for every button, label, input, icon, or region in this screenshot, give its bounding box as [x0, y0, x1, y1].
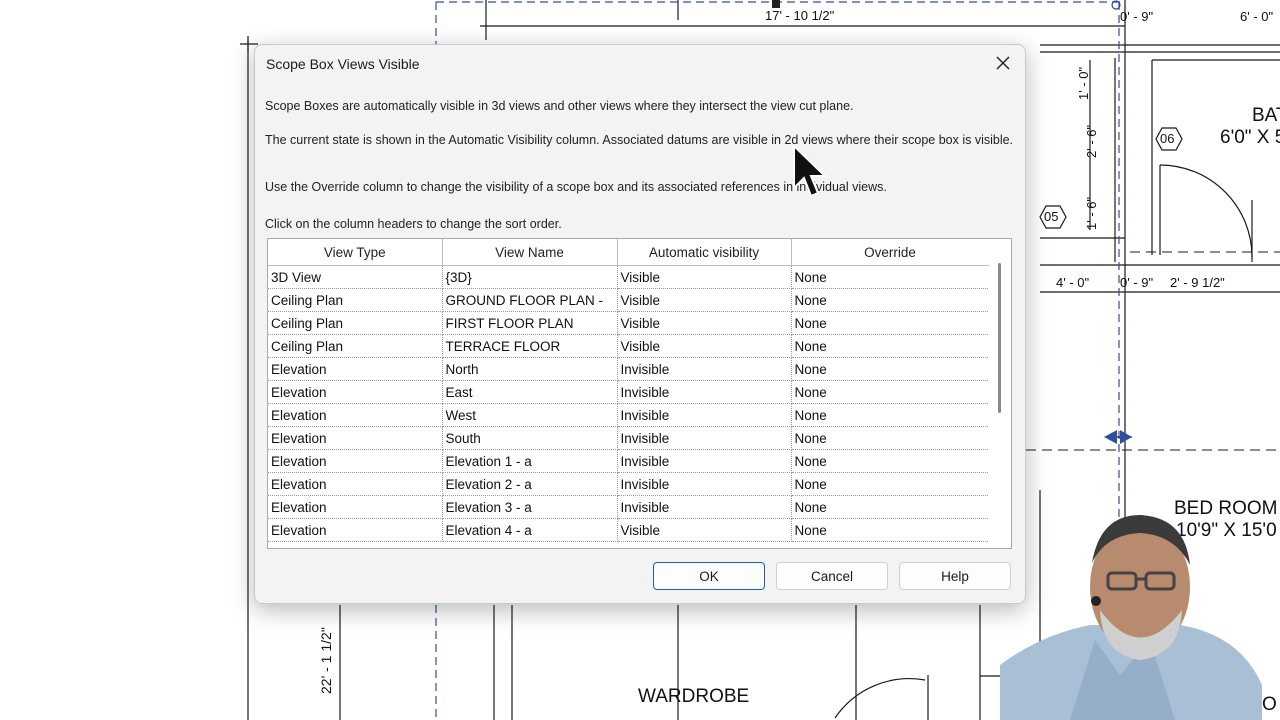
dimension-label: 17' - 10 1/2": [765, 8, 835, 23]
dimension-label: 0' - 9": [1120, 9, 1154, 24]
dimension-label: 0' - 9": [1120, 275, 1154, 290]
table-row[interactable]: 3D View {3D} Visible None: [268, 265, 990, 289]
view-name-cell: Elevation 3 - a: [442, 495, 618, 519]
table-row[interactable]: Elevation Elevation 4 - a Visible None: [268, 518, 990, 542]
room-size-bath: 6'0" X 5: [1220, 127, 1280, 148]
view-name-cell: North: [442, 357, 618, 381]
table-row[interactable]: Ceiling Plan FIRST FLOOR PLAN Visible None: [268, 311, 990, 335]
override-cell[interactable]: None: [791, 518, 990, 542]
override-cell[interactable]: None: [791, 265, 990, 289]
override-cell[interactable]: None: [791, 288, 990, 312]
info-text-3: Use the Override column to change the vi…: [265, 180, 887, 194]
dimension-label: 4' - 0": [1056, 275, 1090, 290]
table-row[interactable]: Ceiling Plan GROUND FLOOR PLAN - Visible No…: [268, 288, 990, 312]
automatic-visibility-cell: Visible: [617, 265, 792, 289]
view-type-cell: Elevation: [268, 449, 443, 473]
room-name-wardrobe: WARDROBE: [638, 686, 750, 707]
view-name-cell: Elevation 2 - a: [442, 472, 618, 496]
table-row[interactable]: Elevation North Invisible None: [268, 357, 990, 381]
view-name-cell: Elevation 4 - a: [442, 518, 618, 542]
automatic-visibility-cell: Visible: [617, 334, 792, 358]
table-row[interactable]: Elevation West Invisible None: [268, 403, 990, 427]
override-cell[interactable]: None: [791, 403, 990, 427]
presenter-webcam-overlay: [1000, 515, 1262, 720]
dimension-label: 2' - 6": [1084, 124, 1099, 158]
view-type-cell: Ceiling Plan: [268, 311, 443, 335]
dimension-label: 22' - 1 1/2": [318, 627, 334, 694]
override-cell[interactable]: None: [791, 357, 990, 381]
automatic-visibility-cell: Invisible: [617, 403, 792, 427]
view-name-cell: TERRACE FLOOR: [442, 334, 618, 358]
dialog-title: Scope Box Views Visible: [266, 56, 420, 72]
view-name-cell: South: [442, 426, 618, 450]
table-row[interactable]: Elevation Elevation 3 - a Invisible None: [268, 495, 990, 519]
automatic-visibility-cell: Visible: [617, 311, 792, 335]
scope-box-views-dialog[interactable]: Scope Box Views Visible Scope Boxes are …: [254, 44, 1026, 604]
view-name-cell: GROUND FLOOR PLAN -: [442, 288, 618, 312]
automatic-visibility-cell: Visible: [617, 288, 792, 312]
override-cell[interactable]: None: [791, 334, 990, 358]
help-button[interactable]: Help: [899, 562, 1011, 590]
view-type-cell: Ceiling Plan: [268, 288, 443, 312]
view-name-cell: {3D}: [442, 265, 618, 289]
views-grid[interactable]: View Type View Name Automatic visibility…: [267, 238, 1012, 549]
view-type-cell: Elevation: [268, 426, 443, 450]
table-header-row: View Type View Name Automatic visibility…: [268, 239, 990, 266]
table-row[interactable]: Ceiling Plan TERRACE FLOOR Visible None: [268, 334, 990, 358]
override-cell[interactable]: None: [791, 472, 990, 496]
tag-label: 06: [1160, 131, 1175, 146]
override-cell[interactable]: None: [791, 449, 990, 473]
vertical-scrollbar[interactable]: [989, 239, 1011, 548]
view-name-cell: Elevation 1 - a: [442, 449, 618, 473]
view-name-cell: West: [442, 403, 618, 427]
column-header-automatic-visibility[interactable]: Automatic visibility: [617, 239, 792, 266]
table-row[interactable]: Elevation Elevation 2 - a Invisible None: [268, 472, 990, 496]
info-text-2: The current state is shown in the Automa…: [265, 133, 1014, 147]
view-type-cell: Elevation: [268, 357, 443, 381]
dimension-label: 6' - 0": [1240, 9, 1274, 24]
mouse-cursor-icon: [793, 144, 828, 198]
view-type-cell: Elevation: [268, 472, 443, 496]
column-header-view-type[interactable]: View Type: [268, 239, 443, 266]
override-cell[interactable]: None: [791, 311, 990, 335]
view-type-cell: Elevation: [268, 518, 443, 542]
override-cell[interactable]: None: [791, 426, 990, 450]
table-row[interactable]: Elevation Elevation 1 - a Invisible None: [268, 449, 990, 473]
dimension-label: 2' - 9 1/2": [1170, 275, 1225, 290]
view-name-cell: FIRST FLOOR PLAN: [442, 311, 618, 335]
column-header-view-name[interactable]: View Name: [442, 239, 618, 266]
automatic-visibility-cell: Invisible: [617, 472, 792, 496]
table-body: 3D View {3D} Visible None Ceiling Plan GROUND…: [268, 265, 990, 542]
view-name-cell: East: [442, 380, 618, 404]
table-row[interactable]: Elevation East Invisible None: [268, 380, 990, 404]
automatic-visibility-cell: Invisible: [617, 426, 792, 450]
override-cell[interactable]: None: [791, 495, 990, 519]
automatic-visibility-cell: Invisible: [617, 357, 792, 381]
view-type-cell: 3D View: [268, 265, 443, 289]
room-name-bath: BAT: [1252, 105, 1280, 126]
ok-button[interactable]: OK: [653, 562, 765, 590]
scrollbar-thumb[interactable]: [998, 263, 1001, 413]
view-type-cell: Ceiling Plan: [268, 334, 443, 358]
views-table: View Type View Name Automatic visibility…: [268, 239, 990, 542]
column-header-override[interactable]: Override: [791, 239, 990, 266]
dimension-label: 1' - 6": [1084, 196, 1099, 230]
automatic-visibility-cell: Invisible: [617, 495, 792, 519]
tag-label: 05: [1044, 209, 1059, 224]
close-icon: [996, 56, 1010, 70]
view-type-cell: Elevation: [268, 403, 443, 427]
automatic-visibility-cell: Visible: [617, 518, 792, 542]
table-row[interactable]: Elevation South Invisible None: [268, 426, 990, 450]
info-text-4: Click on the column headers to change th…: [265, 217, 562, 231]
override-cell[interactable]: None: [791, 380, 990, 404]
cancel-button[interactable]: Cancel: [776, 562, 888, 590]
info-text-1: Scope Boxes are automatically visible in…: [265, 99, 854, 113]
automatic-visibility-cell: Invisible: [617, 449, 792, 473]
view-type-cell: Elevation: [268, 495, 443, 519]
dimension-label: 1' - 0": [1076, 66, 1091, 100]
close-button[interactable]: [989, 51, 1017, 75]
view-type-cell: Elevation: [268, 380, 443, 404]
automatic-visibility-cell: Invisible: [617, 380, 792, 404]
